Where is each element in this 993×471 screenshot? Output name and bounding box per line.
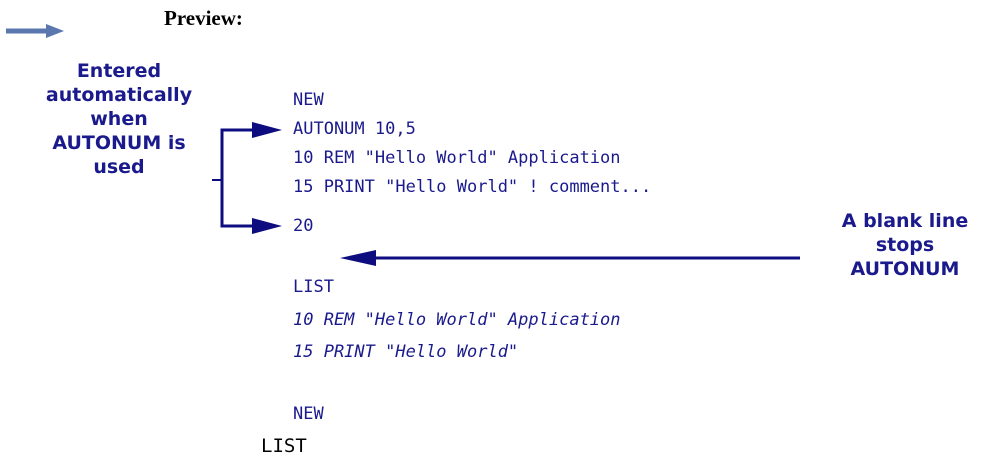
arrow-to-line-20-icon (252, 218, 282, 234)
code-line-autonum: AUTONUM 10,5 (293, 119, 416, 139)
code-line-new: NEW (293, 90, 324, 110)
code-line-list: LIST (293, 277, 334, 297)
code-line-new-2: NEW (293, 404, 324, 424)
list-output-10: 10 REM "Hello World" Application (293, 310, 621, 330)
bracket-connector (212, 128, 258, 228)
callout-line: when (90, 108, 148, 130)
callout-line: AUTONUM (850, 258, 960, 280)
callout-line: Entered (76, 60, 162, 82)
callout-line: used (93, 156, 145, 178)
arrow-to-autonum-icon (252, 122, 282, 138)
right-arrow-icon (6, 24, 64, 38)
code-line-15: 15 PRINT "Hello World" ! comment... (293, 177, 652, 197)
code-line-list-2: LIST (261, 435, 307, 457)
code-line-20: 20 (293, 216, 314, 236)
callout-line: AUTONUM is (52, 132, 186, 154)
blank-line-arrow (340, 250, 800, 266)
autonum-callout: Entered automatically when AUTONUM is us… (26, 59, 212, 179)
blank-line-callout: A blank line stops AUTONUM (820, 209, 990, 281)
callout-line: A blank line (841, 210, 969, 232)
callout-line: automatically (45, 84, 193, 106)
callout-line: stops (875, 234, 935, 256)
list-output-15: 15 PRINT "Hello World" (293, 342, 519, 362)
code-line-10: 10 REM "Hello World" Application (293, 148, 621, 168)
preview-title: Preview: (164, 6, 243, 30)
